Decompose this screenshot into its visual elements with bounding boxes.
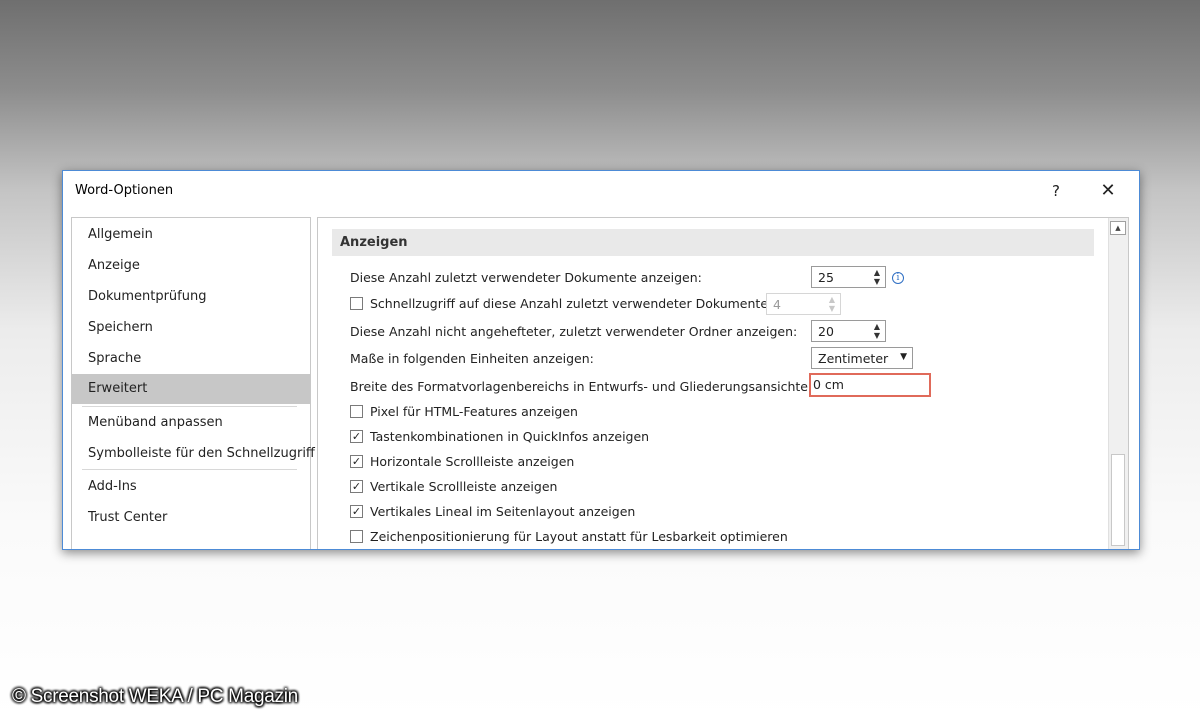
recent-docs-spinner[interactable]: 25 ▲ ▼ xyxy=(811,266,886,288)
style-area-input[interactable]: 0 cm xyxy=(809,373,931,397)
horizontal-scrollbar-checkbox[interactable]: ✓ xyxy=(350,455,363,468)
nav-item-trust-center[interactable]: Trust Center xyxy=(72,503,310,533)
nav-separator xyxy=(82,469,297,470)
scroll-thumb[interactable] xyxy=(1111,454,1125,546)
chevron-down-icon: ▼ xyxy=(900,352,907,362)
spinner-arrows-icon[interactable]: ▲ ▼ xyxy=(827,295,837,313)
shortcut-keys-label: Tastenkombinationen in QuickInfos anzeig… xyxy=(370,429,650,444)
word-options-dialog: Word-Optionen ? ✕ Allgemein Anzeige Doku… xyxy=(62,170,1140,550)
nav-item-allgemein[interactable]: Allgemein xyxy=(72,220,310,250)
nav-item-symbolleiste[interactable]: Symbolleiste für den Schnellzugriff xyxy=(72,439,315,469)
checkmark-icon: ✓ xyxy=(351,505,362,518)
shortcut-keys-checkbox[interactable]: ✓ xyxy=(350,430,363,443)
title-bar: Word-Optionen ? ✕ xyxy=(63,171,1139,211)
nav-item-menueband-anpassen[interactable]: Menüband anpassen xyxy=(72,408,310,438)
vertical-ruler-checkbox[interactable]: ✓ xyxy=(350,505,363,518)
quick-access-spinner[interactable]: 4 ▲ ▼ xyxy=(766,293,841,315)
dialog-title: Word-Optionen xyxy=(75,183,174,198)
checkmark-icon: ✓ xyxy=(351,430,362,443)
scroll-up-icon[interactable]: ▲ xyxy=(1110,221,1126,235)
units-value: Zentimeter xyxy=(818,351,889,366)
content-scrollbar[interactable]: ▲ xyxy=(1108,218,1128,549)
info-icon[interactable]: i xyxy=(892,272,904,284)
recent-folders-value: 20 xyxy=(818,324,834,339)
char-positioning-label: Zeichenpositionierung für Layout anstatt… xyxy=(370,529,788,544)
vertical-ruler-label: Vertikales Lineal im Seitenlayout anzeig… xyxy=(370,504,636,519)
close-button[interactable]: ✕ xyxy=(1093,179,1123,203)
quick-access-value: 4 xyxy=(773,297,781,312)
char-positioning-checkbox[interactable] xyxy=(350,530,363,543)
copyright-watermark: © Screenshot WEKA / PC Magazin xyxy=(12,686,298,707)
horizontal-scrollbar-label: Horizontale Scrollleiste anzeigen xyxy=(370,454,575,469)
nav-item-dokumentpruefung[interactable]: Dokumentprüfung xyxy=(72,282,310,312)
quick-access-checkbox[interactable] xyxy=(350,297,363,310)
help-button[interactable]: ? xyxy=(1041,179,1071,203)
quick-access-label: Schnellzugriff auf diese Anzahl zuletzt … xyxy=(370,296,773,311)
nav-separator xyxy=(82,406,297,407)
style-area-label: Breite des Formatvorlagenbereichs in Ent… xyxy=(350,379,821,394)
units-label: Maße in folgenden Einheiten anzeigen: xyxy=(350,351,594,366)
options-nav: Allgemein Anzeige Dokumentprüfung Speich… xyxy=(71,217,315,549)
spinner-arrows-icon[interactable]: ▲ ▼ xyxy=(872,268,882,286)
checkmark-icon: ✓ xyxy=(351,480,362,493)
recent-folders-label: Diese Anzahl nicht angehefteter, zuletzt… xyxy=(350,324,798,339)
nav-item-erweitert[interactable]: Erweitert xyxy=(72,374,310,404)
checkmark-icon: ✓ xyxy=(351,455,362,468)
nav-item-add-ins[interactable]: Add-Ins xyxy=(72,472,310,502)
recent-docs-label: Diese Anzahl zuletzt verwendeter Dokumen… xyxy=(350,270,702,285)
units-dropdown[interactable]: Zentimeter ▼ xyxy=(811,347,913,369)
recent-folders-spinner[interactable]: 20 ▲ ▼ xyxy=(811,320,886,342)
section-header-anzeigen: Anzeigen xyxy=(332,229,1094,256)
nav-item-anzeige[interactable]: Anzeige xyxy=(72,251,310,281)
spinner-arrows-icon[interactable]: ▲ ▼ xyxy=(872,322,882,340)
nav-item-sprache[interactable]: Sprache xyxy=(72,344,310,374)
nav-item-speichern[interactable]: Speichern xyxy=(72,313,310,343)
style-area-value: 0 cm xyxy=(813,377,844,392)
html-pixels-label: Pixel für HTML-Features anzeigen xyxy=(370,404,578,419)
options-content: Anzeigen Diese Anzahl zuletzt verwendete… xyxy=(317,217,1129,549)
vertical-scrollbar-label: Vertikale Scrollleiste anzeigen xyxy=(370,479,558,494)
vertical-scrollbar-checkbox[interactable]: ✓ xyxy=(350,480,363,493)
html-pixels-checkbox[interactable] xyxy=(350,405,363,418)
recent-docs-value: 25 xyxy=(818,270,834,285)
